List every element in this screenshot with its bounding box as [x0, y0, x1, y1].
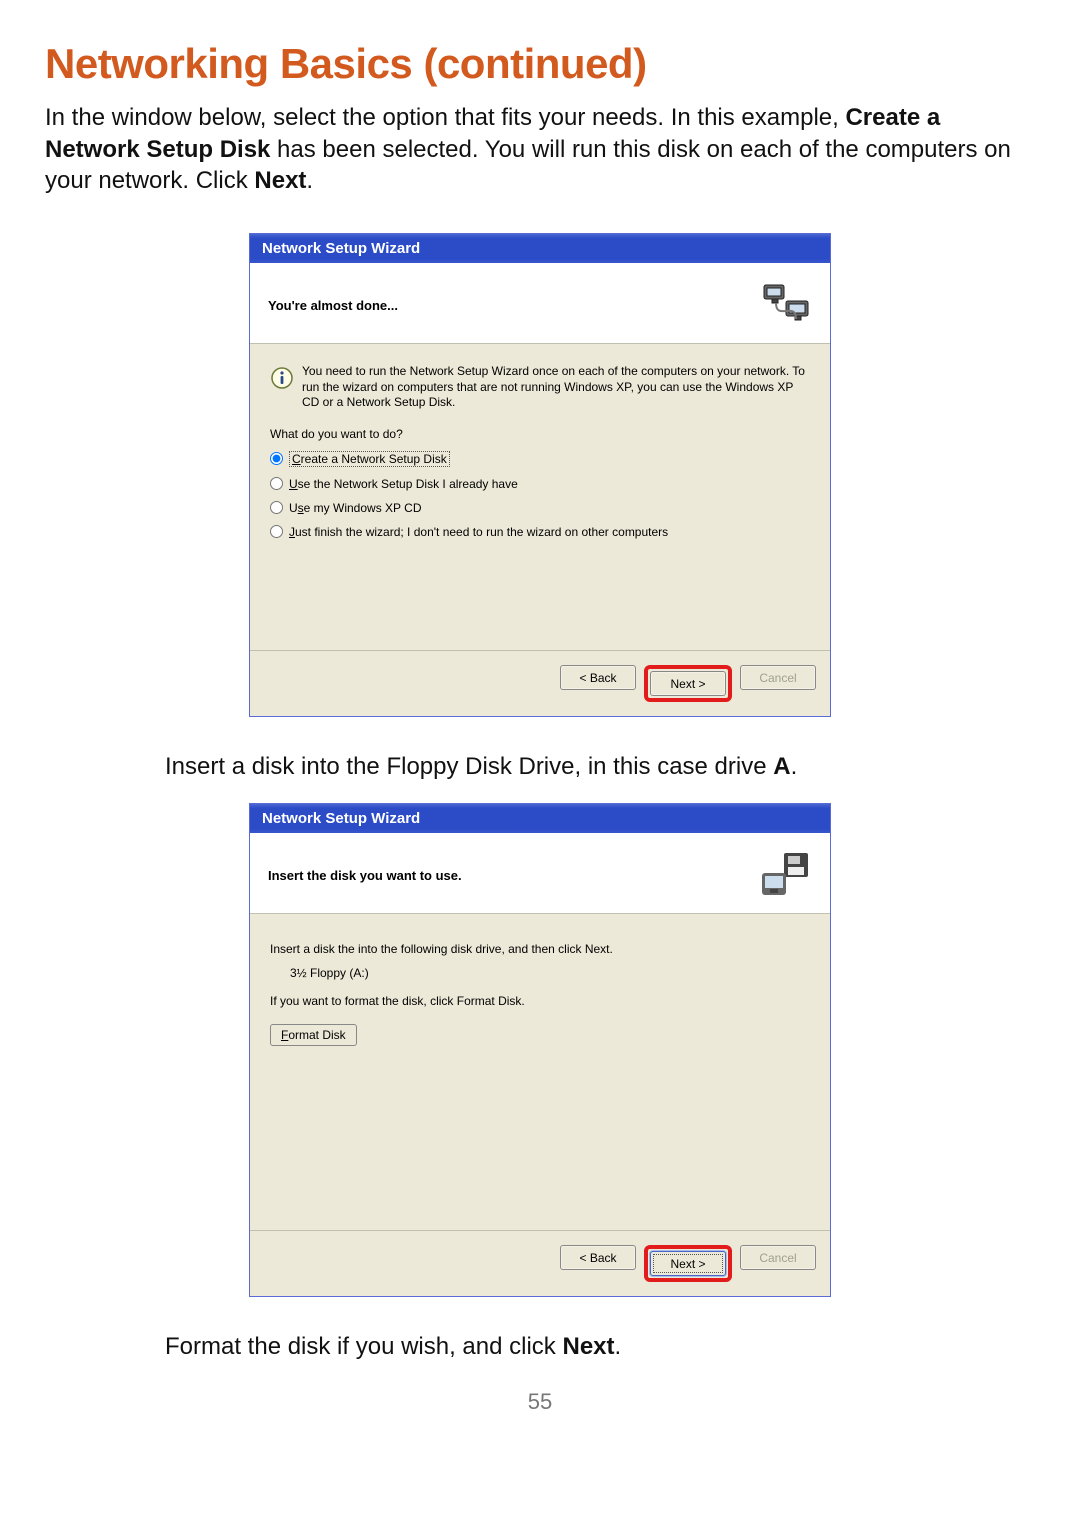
wizard-window-1: Network Setup Wizard You're almost done.… [249, 233, 831, 717]
option-label: Use the Network Setup Disk I already hav… [289, 477, 518, 491]
wizard1-back-button[interactable]: < Back [560, 665, 636, 690]
wizard1-info-text: You need to run the Network Setup Wizard… [302, 364, 810, 411]
wizard1-options: Create a Network Setup Disk Use the Netwo… [270, 451, 810, 539]
info-icon [270, 366, 294, 390]
wizard2-titlebar: Network Setup Wizard [250, 804, 830, 833]
option-label: Just finish the wizard; I don't need to … [289, 525, 668, 539]
wizard1-header: You're almost done... [250, 263, 830, 344]
wizard2-cancel-button[interactable]: Cancel [740, 1245, 816, 1270]
radio-input[interactable] [270, 477, 283, 490]
wizard1-titlebar: Network Setup Wizard [250, 234, 830, 263]
floppy-network-icon [760, 851, 812, 899]
page-title: Networking Basics (continued) [45, 40, 1035, 88]
radio-input[interactable] [270, 452, 283, 465]
option-label: Create a Network Setup Disk [289, 451, 450, 467]
wizard1-option-0[interactable]: Create a Network Setup Disk [270, 451, 810, 467]
option-label: Use my Windows XP CD [289, 501, 421, 515]
wizard2-line1: Insert a disk the into the following dis… [270, 942, 810, 956]
wizard-window-2: Network Setup Wizard Insert the disk you… [249, 803, 831, 1297]
next-button-highlight: Next > [644, 665, 732, 702]
radio-input[interactable] [270, 525, 283, 538]
wizard2-line2: If you want to format the disk, click Fo… [270, 994, 810, 1008]
wizard2-drive: 3½ Floppy (A:) [290, 966, 810, 980]
wizard2-header: Insert the disk you want to use. [250, 833, 830, 914]
wizard1-next-button[interactable]: Next > [650, 671, 726, 696]
wizard2-body: Insert a disk the into the following dis… [250, 914, 830, 1230]
wizard1-option-2[interactable]: Use my Windows XP CD [270, 501, 810, 515]
wizard2-footer: < Back Next > Cancel [250, 1230, 830, 1296]
wizard1-subtitle: You're almost done... [268, 298, 398, 313]
network-computers-icon [760, 281, 812, 329]
wizard1-body: You need to run the Network Setup Wizard… [250, 344, 830, 650]
wizard2-subtitle: Insert the disk you want to use. [268, 868, 462, 883]
format-disk-button[interactable]: Format Disk [270, 1024, 357, 1046]
page-number: 55 [45, 1389, 1035, 1415]
radio-input[interactable] [270, 501, 283, 514]
mid-paragraph: Insert a disk into the Floppy Disk Drive… [165, 753, 1035, 781]
foot-paragraph: Format the disk if you wish, and click N… [165, 1333, 1035, 1361]
wizard1-option-3[interactable]: Just finish the wizard; I don't need to … [270, 525, 810, 539]
next-button-highlight-2: Next > [644, 1245, 732, 1282]
wizard1-prompt: What do you want to do? [270, 427, 810, 441]
intro-paragraph: In the window below, select the option t… [45, 102, 1035, 197]
wizard1-footer: < Back Next > Cancel [250, 650, 830, 716]
wizard2-next-button[interactable]: Next > [650, 1251, 726, 1276]
wizard1-option-1[interactable]: Use the Network Setup Disk I already hav… [270, 477, 810, 491]
wizard2-back-button[interactable]: < Back [560, 1245, 636, 1270]
wizard1-cancel-button[interactable]: Cancel [740, 665, 816, 690]
